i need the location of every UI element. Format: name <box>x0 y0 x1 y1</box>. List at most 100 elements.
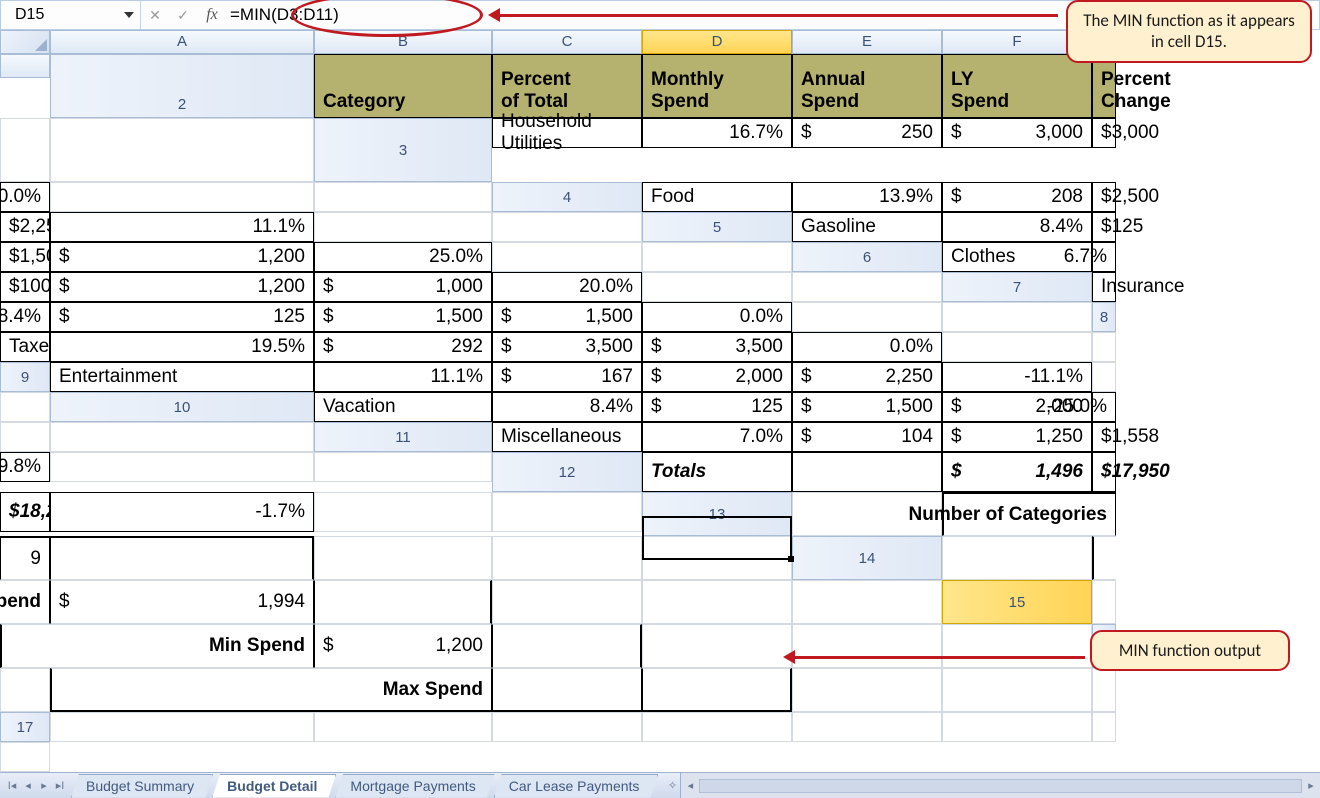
cell-r17-7[interactable] <box>0 742 50 772</box>
cell-A10[interactable]: Vacation <box>314 392 492 422</box>
cell-A8[interactable]: Taxes <box>0 332 50 362</box>
cell-B10[interactable]: 8.4% <box>492 392 642 422</box>
header-cell-F[interactable]: PercentChange <box>1092 54 1116 118</box>
row-header-15[interactable]: 15 <box>942 580 1092 624</box>
header-cell-D[interactable]: AnnualSpend <box>792 54 942 118</box>
cell-F6[interactable]: 20.0% <box>492 272 642 302</box>
cell-C15[interactable]: Min Spend <box>50 624 314 668</box>
cell-E9[interactable]: $2,250 <box>792 362 942 392</box>
cell-C4[interactable]: $208 <box>942 182 1092 212</box>
cell-G7[interactable] <box>792 302 942 332</box>
cell-D8[interactable]: $3,500 <box>492 332 642 362</box>
row-header-3[interactable]: 3 <box>314 118 492 182</box>
cell-F15[interactable] <box>642 624 792 668</box>
cell-F14[interactable] <box>492 580 642 624</box>
cell-E5[interactable]: $1,200 <box>50 242 314 272</box>
cell-r17-6[interactable] <box>1092 712 1116 742</box>
cell-D4[interactable]: $2,500 <box>1092 182 1116 212</box>
col-header-B[interactable]: B <box>314 30 492 54</box>
row-header-5[interactable]: 5 <box>642 212 792 242</box>
cell-F9[interactable]: -11.1% <box>942 362 1092 392</box>
cell-r17-4[interactable] <box>792 712 942 742</box>
cell-B4[interactable]: 13.9% <box>792 182 942 212</box>
cell-F7[interactable]: 0.0% <box>642 302 792 332</box>
header-cell-E[interactable]: LYSpend <box>942 54 1092 118</box>
sheet-tab-budget-summary[interactable]: Budget Summary <box>71 774 213 798</box>
cell-A15[interactable] <box>1092 580 1116 624</box>
cell-A14[interactable] <box>942 536 1092 580</box>
cell-C14[interactable]: Average Spend <box>0 580 50 624</box>
new-sheet-icon[interactable]: ✧ <box>664 779 680 792</box>
row-header-9[interactable]: 9 <box>0 362 50 392</box>
accept-icon[interactable]: ✓ <box>169 7 197 24</box>
cell-B16[interactable] <box>50 668 314 712</box>
select-all-corner[interactable] <box>0 30 50 54</box>
cell-F13[interactable] <box>314 536 492 580</box>
cell-C13[interactable]: Number of Categories <box>1092 492 1116 536</box>
cell-E8[interactable]: $3,500 <box>642 332 792 362</box>
row-header-14[interactable]: 14 <box>792 536 942 580</box>
cell-F3[interactable]: 0.0% <box>0 182 50 212</box>
sheet-tab-mortgage-payments[interactable]: Mortgage Payments <box>335 774 494 798</box>
cell-A4[interactable]: Food <box>642 182 792 212</box>
cell-E16[interactable] <box>642 668 792 712</box>
cell-F4[interactable]: 11.1% <box>50 212 314 242</box>
cell-G3[interactable] <box>50 182 314 212</box>
cell-C6[interactable]: $100 <box>0 272 50 302</box>
cell-G10[interactable] <box>0 422 50 452</box>
cell-A7[interactable]: Insurance <box>1092 272 1116 302</box>
cell-B3[interactable]: 16.7% <box>642 118 792 148</box>
cell-r17-5[interactable] <box>942 712 1092 742</box>
cell-E13[interactable] <box>50 536 314 580</box>
nav-next-icon[interactable]: ▸ <box>36 779 52 792</box>
cell-D11[interactable]: $1,250 <box>942 422 1092 452</box>
col-header-A[interactable]: A <box>50 30 314 54</box>
cell-E11[interactable]: $1,558 <box>1092 422 1116 452</box>
cell-D5[interactable]: $1,500 <box>0 242 50 272</box>
cell-D9[interactable]: $2,000 <box>642 362 792 392</box>
cell-E6[interactable]: $1,000 <box>314 272 492 302</box>
scroll-left-icon[interactable]: ◂ <box>681 779 699 792</box>
header-cell-B[interactable]: Percentof Total <box>492 54 642 118</box>
header-cell-A[interactable]: Category <box>314 54 492 118</box>
cell-E15[interactable] <box>492 624 642 668</box>
cell-G2[interactable] <box>0 118 50 182</box>
cell-E4[interactable]: $2,250 <box>0 212 50 242</box>
cell-A16[interactable] <box>0 668 50 712</box>
cell-B7[interactable]: 8.4% <box>0 302 50 332</box>
cell-A5[interactable]: Gasoline <box>792 212 942 242</box>
sheet-tab-budget-detail[interactable]: Budget Detail <box>212 774 336 798</box>
cell-G8[interactable] <box>942 332 1092 362</box>
row-header-4[interactable]: 4 <box>492 182 642 212</box>
cell-G11[interactable] <box>50 452 314 482</box>
cell-E12[interactable]: $18,258 <box>0 492 50 532</box>
cell-E3[interactable]: $3,000 <box>1092 118 1116 148</box>
cell-F10[interactable]: -25.0% <box>1092 392 1116 422</box>
cell-G5[interactable] <box>492 242 642 272</box>
cell-E14[interactable] <box>314 580 492 624</box>
cell-A9[interactable]: Entertainment <box>50 362 314 392</box>
cell-B5[interactable]: 8.4% <box>942 212 1092 242</box>
cell-D14[interactable]: $1,994 <box>50 580 314 624</box>
cell-G13[interactable] <box>492 536 642 580</box>
cell-r17-3[interactable] <box>642 712 792 742</box>
col-header-C[interactable]: C <box>492 30 642 54</box>
cell-D12[interactable]: $17,950 <box>1092 452 1116 492</box>
cell-B14[interactable] <box>1092 536 1116 580</box>
cell-C16[interactable]: Max Spend <box>314 668 492 712</box>
cell-A3[interactable]: Household Utilities <box>492 118 642 148</box>
scroll-right-icon[interactable]: ▸ <box>1302 779 1320 792</box>
cell-D15[interactable]: $1,200 <box>314 624 492 668</box>
name-box[interactable]: D15 <box>1 1 141 29</box>
row-header-7[interactable]: 7 <box>942 272 1092 302</box>
cell-C11[interactable]: $104 <box>792 422 942 452</box>
cell-G6[interactable] <box>642 272 792 302</box>
cell-B11[interactable]: 7.0% <box>642 422 792 452</box>
cell-G14[interactable] <box>642 580 792 624</box>
row-header-17[interactable]: 17 <box>0 712 50 742</box>
col-header-E[interactable]: E <box>792 30 942 54</box>
nav-prev-icon[interactable]: ◂ <box>20 779 36 792</box>
cell-D16[interactable] <box>492 668 642 712</box>
cell-r17-2[interactable] <box>492 712 642 742</box>
scroll-track[interactable] <box>699 779 1302 793</box>
